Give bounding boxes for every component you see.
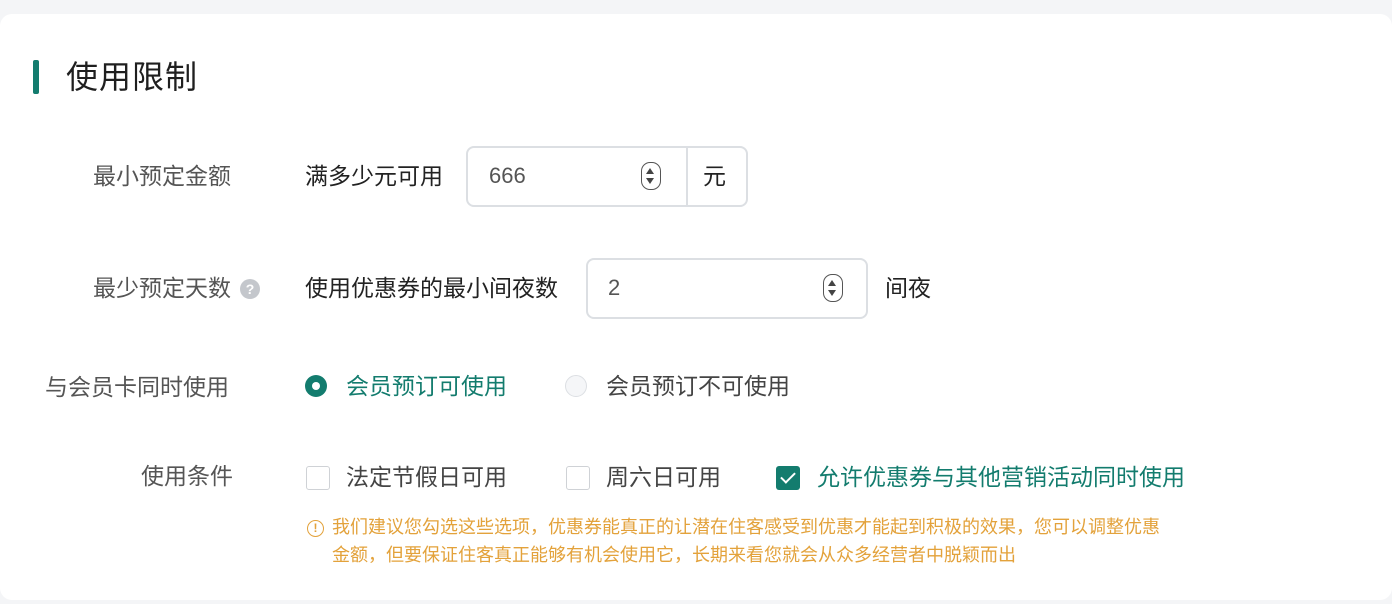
checkbox-weekends-label[interactable]: 周六日可用 xyxy=(606,463,721,493)
checkbox-holidays-label[interactable]: 法定节假日可用 xyxy=(346,463,507,493)
min-amount-prefix: 满多少元可用 xyxy=(305,164,443,190)
min-nights-value: 2 xyxy=(608,275,621,300)
checkbox-weekends[interactable] xyxy=(566,466,590,490)
min-nights-prefix: 使用优惠券的最小间夜数 xyxy=(305,276,558,302)
conditions-label: 使用条件 xyxy=(141,464,233,490)
min-amount-unit: 元 xyxy=(703,164,726,190)
section-title: 使用限制 xyxy=(66,58,199,96)
chevron-down-icon[interactable] xyxy=(646,178,654,184)
chevron-down-icon[interactable] xyxy=(828,290,836,296)
tip-line-1: 我们建议您勾选这些选项，优惠券能真正的让潜在住客感受到优惠才能起到积极的效果，您… xyxy=(332,517,1160,538)
min-amount-value: 666 xyxy=(489,163,526,188)
min-amount-label: 最小预定金额 xyxy=(93,164,231,190)
checkbox-combine-promotions[interactable] xyxy=(776,466,800,490)
member-card-label: 与会员卡同时使用 xyxy=(45,375,229,401)
checkbox-holidays[interactable] xyxy=(306,466,330,490)
help-icon[interactable]: ? xyxy=(240,279,260,299)
min-nights-unit: 间夜 xyxy=(885,276,931,302)
min-nights-label: 最少预定天数 xyxy=(93,276,231,302)
chevron-up-icon[interactable] xyxy=(646,168,654,174)
radio-member-allowed-label[interactable]: 会员预订可使用 xyxy=(346,372,507,402)
radio-member-not-allowed[interactable] xyxy=(565,375,587,397)
min-nights-stepper[interactable] xyxy=(823,274,843,302)
min-amount-stepper[interactable] xyxy=(641,162,661,190)
checkbox-combine-promotions-label[interactable]: 允许优惠券与其他营销活动同时使用 xyxy=(817,463,1185,493)
radio-member-not-allowed-label[interactable]: 会员预订不可使用 xyxy=(606,372,790,402)
section-accent-bar xyxy=(33,60,39,94)
warning-icon: ! xyxy=(307,520,324,537)
tip-line-2: 金额，但要保证住客真正能够有机会使用它，长期来看您就会从众多经营者中脱颖而出 xyxy=(332,545,1016,566)
chevron-up-icon[interactable] xyxy=(828,280,836,286)
radio-member-allowed[interactable] xyxy=(305,375,327,397)
